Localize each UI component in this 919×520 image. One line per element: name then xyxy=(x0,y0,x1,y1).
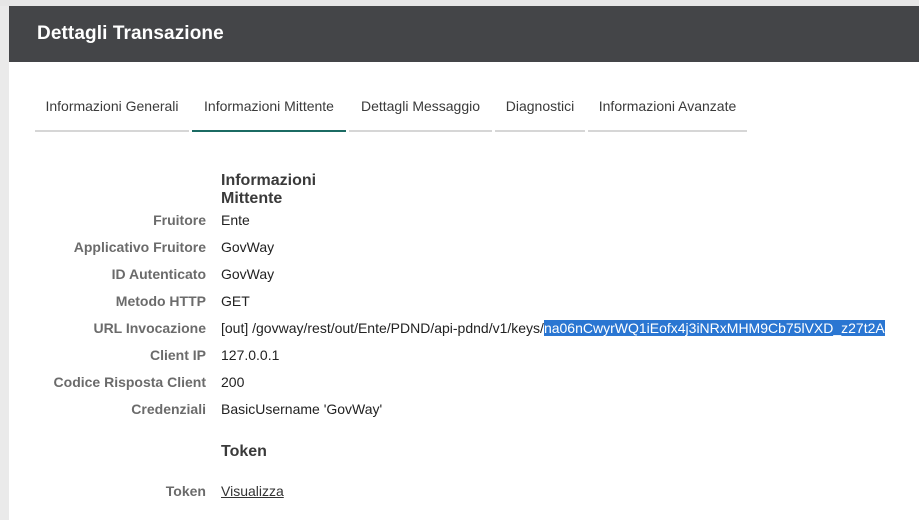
url-prefix: [out] /govway/rest/out/Ente/PDND/api-pdn… xyxy=(221,320,544,336)
tab-label: Informazioni Mittente xyxy=(204,98,334,114)
row-label: Credenziali xyxy=(131,401,206,417)
visualizza-token-link[interactable]: Visualizza xyxy=(221,483,284,499)
tab-dettagli-messaggio[interactable]: Dettagli Messaggio xyxy=(349,85,492,132)
transaction-details-panel: Dettagli Transazione Informazioni Genera… xyxy=(9,6,919,520)
detail-row-fruitore: Fruitore Ente xyxy=(9,212,909,232)
row-label: Fruitore xyxy=(153,212,206,228)
row-label: ID Autenticato xyxy=(111,266,206,282)
section-title-token: Token xyxy=(221,443,267,460)
detail-row-codice-risposta-client: Codice Risposta Client 200 xyxy=(9,374,909,394)
detail-row-url-invocazione: URL Invocazione [out] /govway/rest/out/E… xyxy=(9,320,909,340)
page-title: Dettagli Transazione xyxy=(37,23,224,44)
tab-bar: Informazioni Generali Informazioni Mitte… xyxy=(35,85,750,132)
detail-row-client-ip: Client IP 127.0.0.1 xyxy=(9,347,909,367)
tab-label: Diagnostici xyxy=(505,98,575,114)
section-title-mittente: Informazioni Mittente xyxy=(221,172,317,207)
row-value: BasicUsername 'GovWay' xyxy=(221,401,383,417)
row-label: Applicativo Fruitore xyxy=(73,239,206,255)
row-label: Token xyxy=(165,483,206,499)
url-selected-text[interactable]: na06nCwyrWQ1iEofx4j3iNRxMHM9Cb75lVXD_z27… xyxy=(543,320,885,336)
tab-informazioni-generali[interactable]: Informazioni Generali xyxy=(35,85,189,132)
row-label: URL Invocazione xyxy=(93,320,206,336)
row-label: Client IP xyxy=(149,347,206,363)
row-label: Metodo HTTP xyxy=(115,293,206,309)
row-value: GovWay xyxy=(221,239,275,255)
tab-diagnostici[interactable]: Diagnostici xyxy=(495,85,585,132)
url-value[interactable]: [out] /govway/rest/out/Ente/PDND/api-pdn… xyxy=(221,320,885,336)
detail-row-id-autenticato: ID Autenticato GovWay xyxy=(9,266,909,286)
row-value: GovWay xyxy=(221,266,275,282)
row-value: 200 xyxy=(221,374,245,390)
row-value: GET xyxy=(221,293,250,309)
row-value: 127.0.0.1 xyxy=(221,347,280,363)
tab-label: Dettagli Messaggio xyxy=(360,98,481,114)
row-label: Codice Risposta Client xyxy=(53,374,206,390)
row-value: Ente xyxy=(221,212,250,228)
tab-label: Informazioni Generali xyxy=(45,98,179,114)
detail-row-token: Token Visualizza xyxy=(9,483,909,503)
detail-row-applicativo-fruitore: Applicativo Fruitore GovWay xyxy=(9,239,909,259)
tab-informazioni-avanzate[interactable]: Informazioni Avanzate xyxy=(588,85,747,132)
tab-informazioni-mittente[interactable]: Informazioni Mittente xyxy=(192,85,346,132)
panel-header: Dettagli Transazione xyxy=(9,6,919,62)
tab-label: Informazioni Avanzate xyxy=(598,98,737,114)
detail-row-credenziali: Credenziali BasicUsername 'GovWay' xyxy=(9,401,909,421)
detail-row-metodo-http: Metodo HTTP GET xyxy=(9,293,909,313)
